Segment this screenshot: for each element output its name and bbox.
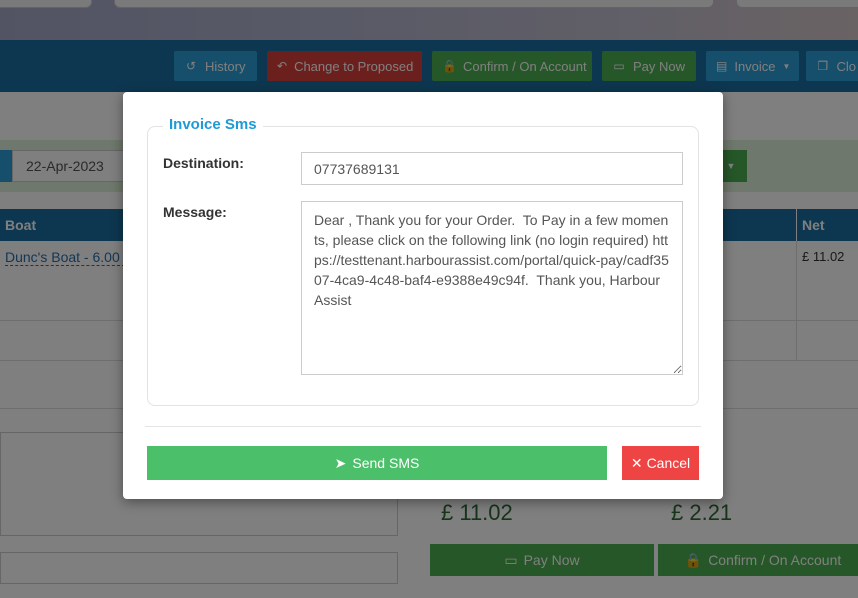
message-label: Message: bbox=[163, 204, 227, 220]
send-sms-label: Send SMS bbox=[352, 455, 420, 471]
cancel-button[interactable]: ✕ Cancel bbox=[622, 446, 699, 480]
paper-plane-icon: ➤ bbox=[334, 454, 347, 471]
modal-title: Invoice Sms bbox=[163, 116, 263, 133]
destination-input[interactable] bbox=[301, 152, 683, 185]
invoice-sms-modal: Invoice Sms Destination: Message: Dear ,… bbox=[123, 92, 723, 499]
close-icon: ✕ bbox=[630, 454, 643, 471]
message-textarea[interactable]: Dear , Thank you for your Order. To Pay … bbox=[301, 201, 683, 375]
send-sms-button[interactable]: ➤ Send SMS bbox=[147, 446, 607, 480]
modal-divider bbox=[145, 426, 701, 427]
destination-label: Destination: bbox=[163, 155, 244, 171]
cancel-label: Cancel bbox=[646, 455, 691, 471]
